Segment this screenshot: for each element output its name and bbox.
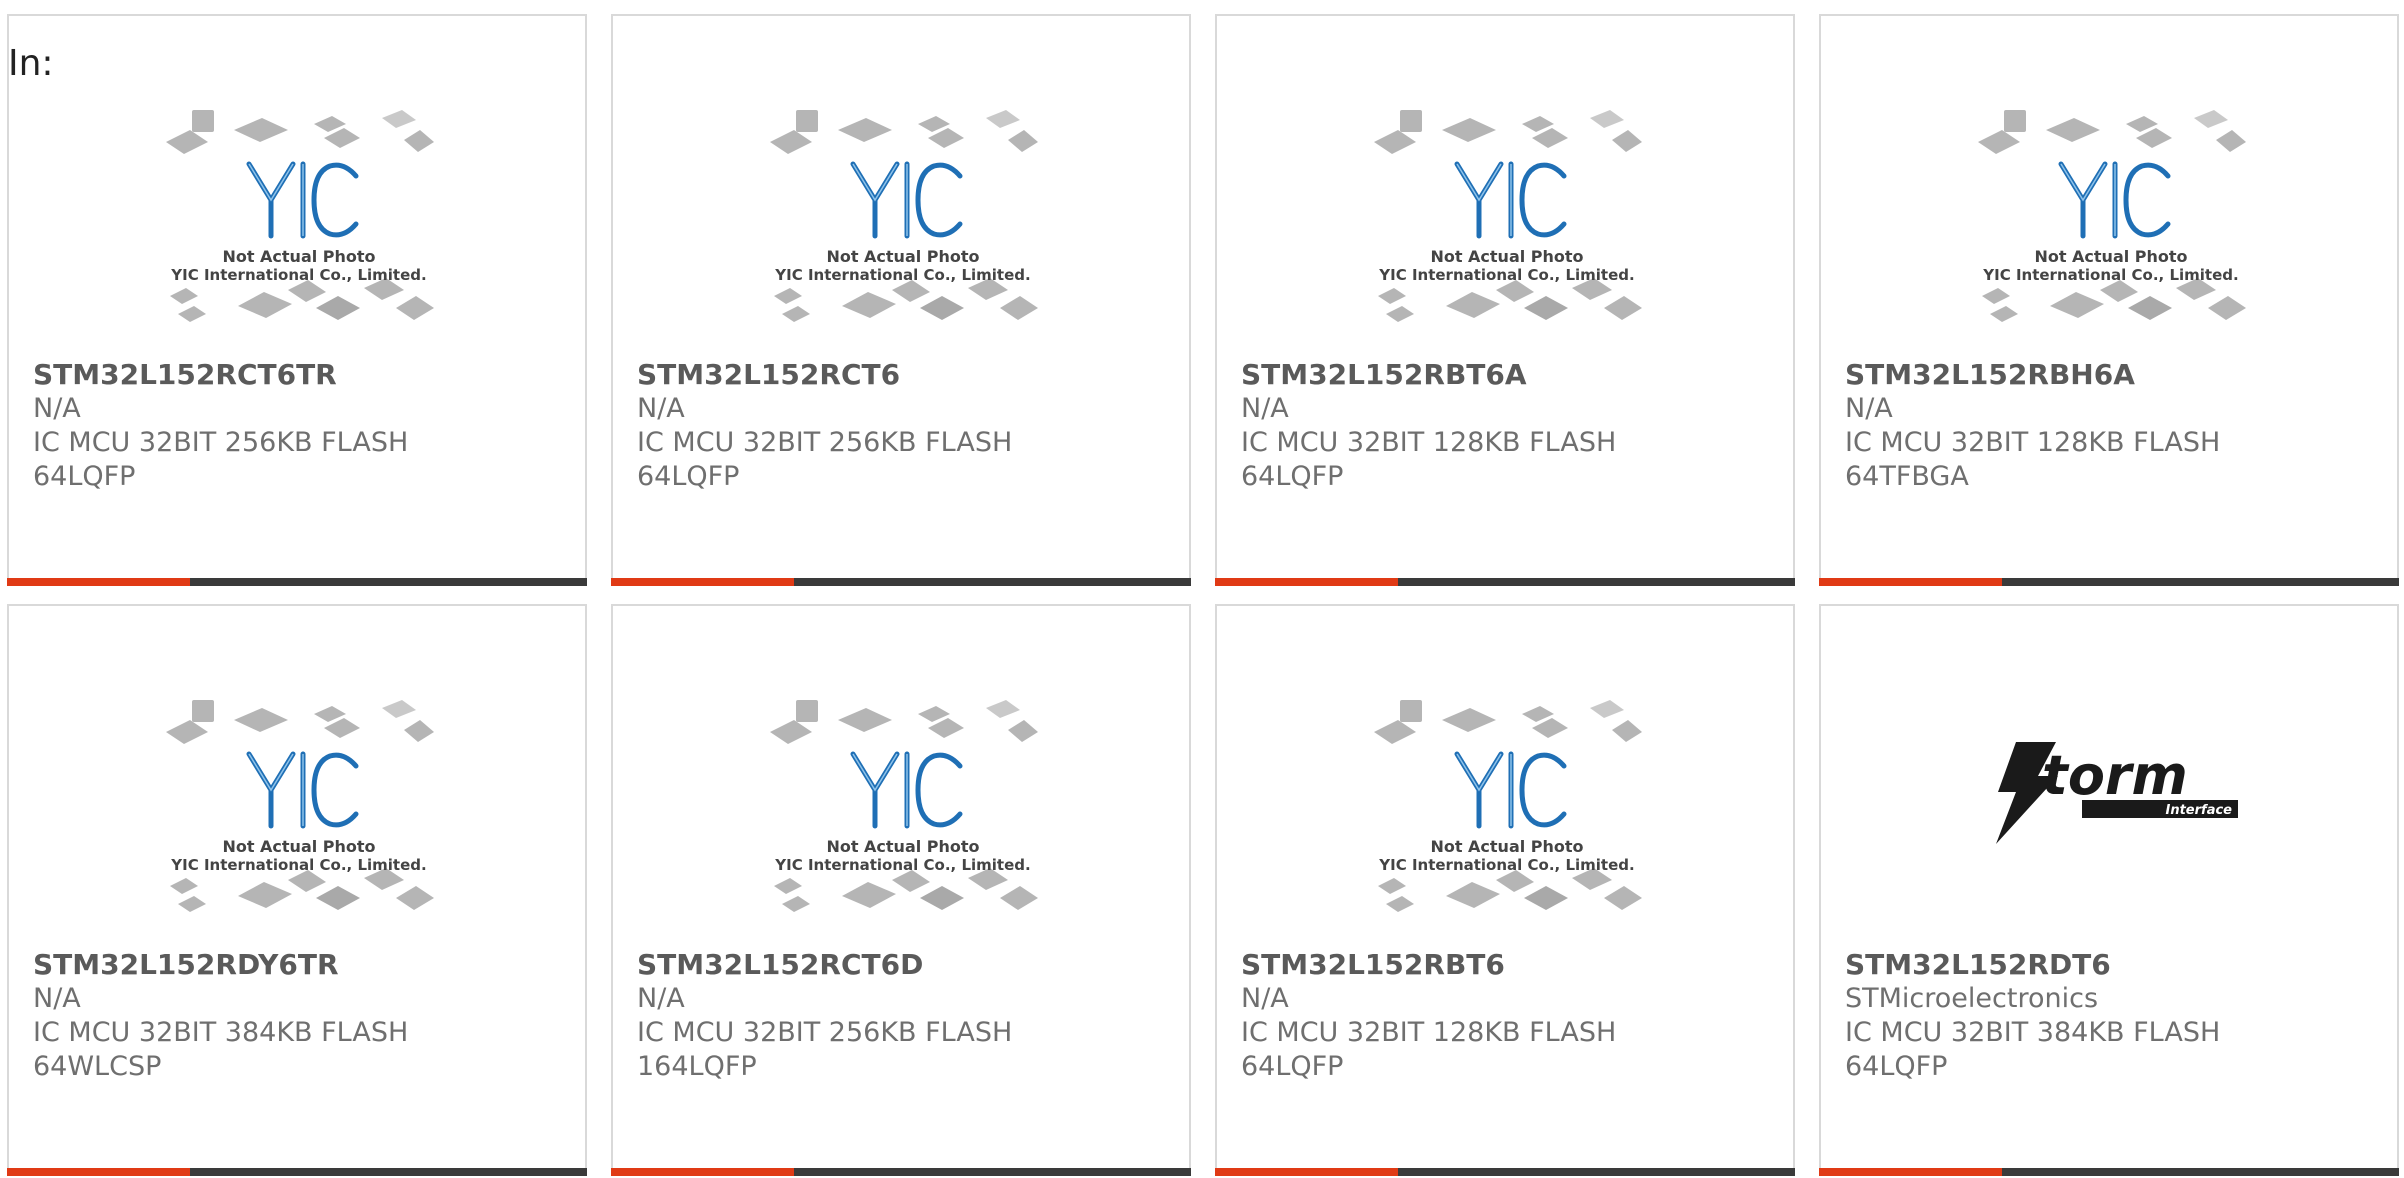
card-bar-accent (1819, 1168, 2002, 1176)
product-image-placeholder: Not Actual Photo YIC International Co., … (768, 102, 1038, 342)
card-bottom-bar (611, 578, 1191, 586)
part-number[interactable]: STM32L152RBH6A (1845, 358, 2381, 392)
product-info: STM32L152RDT6 STMicroelectronics IC MCU … (1845, 948, 2381, 1084)
product-image-placeholder: Not Actual Photo YIC International Co., … (164, 692, 434, 932)
description: IC MCU 32BIT 256KB FLASH (33, 427, 409, 458)
chip-placeholder-icon: Not Actual Photo YIC International Co., … (770, 700, 1038, 912)
description: IC MCU 32BIT 128KB FLASH (1241, 1017, 1617, 1048)
chip-placeholder-icon: Not Actual Photo YIC International Co., … (166, 110, 434, 322)
description: IC MCU 32BIT 256KB FLASH (637, 427, 1013, 458)
manufacturer-logo: torm Interface (1986, 736, 2246, 846)
placeholder-caption-2: YIC International Co., Limited. (774, 856, 1030, 874)
placeholder-caption-1: Not Actual Photo (826, 247, 979, 266)
product-image-placeholder: Not Actual Photo YIC International Co., … (768, 692, 1038, 932)
product-card[interactable]: torm Interface STM32L152RDT6 STMicroelec… (1819, 604, 2399, 1176)
product-info: STM32L152RBT6A N/A IC MCU 32BIT 128KB FL… (1241, 358, 1777, 494)
chip-placeholder-icon: Not Actual Photo YIC International Co., … (166, 700, 434, 912)
product-card[interactable]: Not Actual Photo YIC International Co., … (611, 604, 1191, 1176)
package: 64LQFP (1241, 461, 1344, 492)
product-card[interactable]: Not Actual Photo YIC International Co., … (1215, 604, 1795, 1176)
placeholder-caption-1: Not Actual Photo (222, 247, 375, 266)
placeholder-caption-1: Not Actual Photo (1430, 837, 1583, 856)
product-grid: Not Actual Photo YIC International Co., … (7, 14, 2399, 1176)
card-bottom-bar (1215, 578, 1795, 586)
product-card[interactable]: Not Actual Photo YIC International Co., … (1215, 14, 1795, 586)
manufacturer: N/A (637, 983, 685, 1014)
manufacturer: N/A (33, 393, 81, 424)
product-info: STM32L152RBT6 N/A IC MCU 32BIT 128KB FLA… (1241, 948, 1777, 1084)
part-number[interactable]: STM32L152RDY6TR (33, 948, 569, 982)
manufacturer: N/A (33, 983, 81, 1014)
manufacturer: N/A (1241, 393, 1289, 424)
product-info: STM32L152RCT6 N/A IC MCU 32BIT 256KB FLA… (637, 358, 1173, 494)
storm-logo-word: torm (2042, 744, 2188, 807)
package: 64LQFP (1241, 1051, 1344, 1082)
package: 64TFBGA (1845, 461, 1969, 492)
placeholder-caption-1: Not Actual Photo (2034, 247, 2187, 266)
card-bottom-bar (7, 1168, 587, 1176)
product-card[interactable]: Not Actual Photo YIC International Co., … (7, 604, 587, 1176)
part-number[interactable]: STM32L152RCT6 (637, 358, 1173, 392)
manufacturer: N/A (637, 393, 685, 424)
product-image-placeholder: Not Actual Photo YIC International Co., … (1372, 102, 1642, 342)
part-number[interactable]: STM32L152RBT6A (1241, 358, 1777, 392)
description: IC MCU 32BIT 128KB FLASH (1241, 427, 1617, 458)
placeholder-caption-1: Not Actual Photo (1430, 247, 1583, 266)
chip-placeholder-icon: Not Actual Photo YIC International Co., … (1374, 700, 1642, 912)
package: 164LQFP (637, 1051, 757, 1082)
chip-placeholder-icon: Not Actual Photo YIC International Co., … (1374, 110, 1642, 322)
card-bottom-bar (1819, 1168, 2399, 1176)
card-bar-accent (1819, 578, 2002, 586)
product-image-placeholder: Not Actual Photo YIC International Co., … (1976, 102, 2246, 342)
product-image-placeholder: Not Actual Photo YIC International Co., … (1372, 692, 1642, 932)
card-bar-accent (611, 1168, 794, 1176)
card-bottom-bar (611, 1168, 1191, 1176)
product-info: STM32L152RCT6D N/A IC MCU 32BIT 256KB FL… (637, 948, 1173, 1084)
chip-placeholder-icon: Not Actual Photo YIC International Co., … (770, 110, 1038, 322)
card-bar-accent (7, 1168, 190, 1176)
card-bar-accent (611, 578, 794, 586)
card-bottom-bar (1215, 1168, 1795, 1176)
manufacturer: N/A (1241, 983, 1289, 1014)
placeholder-caption-2: YIC International Co., Limited. (774, 266, 1030, 284)
product-info: STM32L152RDY6TR N/A IC MCU 32BIT 384KB F… (33, 948, 569, 1084)
part-number[interactable]: STM32L152RBT6 (1241, 948, 1777, 982)
placeholder-caption-2: YIC International Co., Limited. (170, 856, 426, 874)
description: IC MCU 32BIT 128KB FLASH (1845, 427, 2221, 458)
product-card[interactable]: Not Actual Photo YIC International Co., … (7, 14, 587, 586)
placeholder-caption-2: YIC International Co., Limited. (1378, 856, 1634, 874)
description: IC MCU 32BIT 384KB FLASH (1845, 1017, 2221, 1048)
card-bottom-bar (1819, 578, 2399, 586)
placeholder-caption-2: YIC International Co., Limited. (1378, 266, 1634, 284)
product-card[interactable]: Not Actual Photo YIC International Co., … (1819, 14, 2399, 586)
card-bar-accent (1215, 578, 1398, 586)
description: IC MCU 32BIT 256KB FLASH (637, 1017, 1013, 1048)
package: 64WLCSP (33, 1051, 162, 1082)
placeholder-caption-2: YIC International Co., Limited. (1982, 266, 2238, 284)
package: 64LQFP (1845, 1051, 1948, 1082)
placeholder-caption-1: Not Actual Photo (826, 837, 979, 856)
page: In: Not Actual Photo YIC International C… (0, 0, 2404, 1178)
chip-placeholder-icon: Not Actual Photo YIC International Co., … (1978, 110, 2246, 322)
storm-logo-sub: Interface (2166, 803, 2233, 818)
package: 64LQFP (33, 461, 136, 492)
manufacturer: N/A (1845, 393, 1893, 424)
card-bottom-bar (7, 578, 587, 586)
part-number[interactable]: STM32L152RCT6TR (33, 358, 569, 392)
product-image-placeholder: Not Actual Photo YIC International Co., … (164, 102, 434, 342)
placeholder-caption-1: Not Actual Photo (222, 837, 375, 856)
part-number[interactable]: STM32L152RDT6 (1845, 948, 2381, 982)
package: 64LQFP (637, 461, 740, 492)
placeholder-caption-2: YIC International Co., Limited. (170, 266, 426, 284)
storm-interface-logo-icon: torm Interface (1996, 742, 2238, 844)
product-info: STM32L152RCT6TR N/A IC MCU 32BIT 256KB F… (33, 358, 569, 494)
description: IC MCU 32BIT 384KB FLASH (33, 1017, 409, 1048)
card-bar-accent (1215, 1168, 1398, 1176)
card-bar-accent (7, 578, 190, 586)
product-info: STM32L152RBH6A N/A IC MCU 32BIT 128KB FL… (1845, 358, 2381, 494)
in-label: In: (8, 43, 54, 84)
part-number[interactable]: STM32L152RCT6D (637, 948, 1173, 982)
product-card[interactable]: Not Actual Photo YIC International Co., … (611, 14, 1191, 586)
manufacturer: STMicroelectronics (1845, 983, 2099, 1014)
